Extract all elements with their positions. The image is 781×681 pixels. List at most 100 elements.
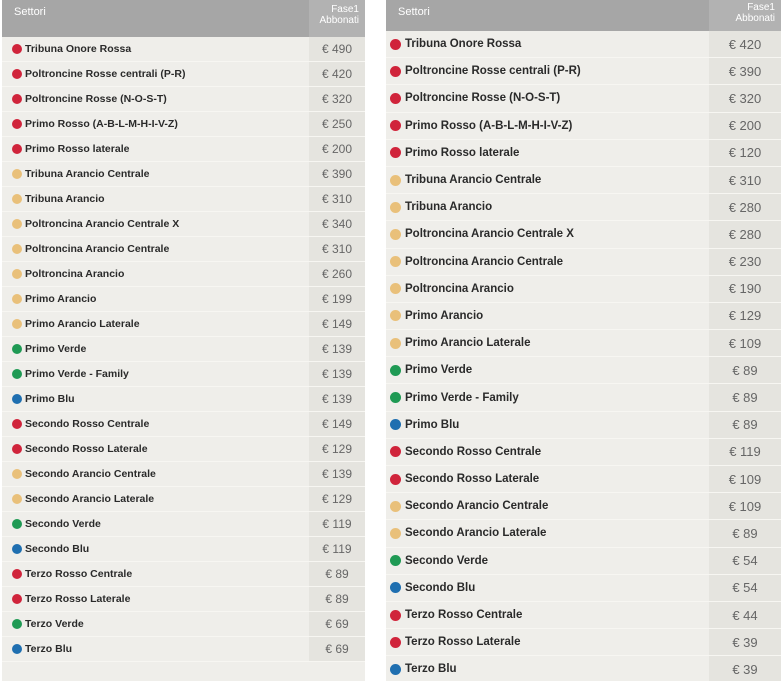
sector-color-dot-icon [390, 392, 401, 404]
table-row: Poltroncine Rosse (N-O-S-T) € 320 [386, 85, 781, 113]
sector-price: € 89 [709, 384, 781, 411]
table-body: Tribuna Onore Rossa € 420 Poltroncine Ross… [386, 31, 781, 681]
sector-price: € 39 [709, 629, 781, 656]
sector-color-dot-icon [390, 201, 401, 213]
sector-color-dot-icon [390, 663, 401, 675]
sector-color-dot-icon [390, 92, 401, 104]
sector-color-dot-icon [390, 364, 401, 376]
sector-price: € 190 [709, 275, 781, 302]
table-row: Terzo Verde € 69 [2, 612, 365, 637]
sector-name: Secondo Verde [25, 518, 101, 530]
table-row: Tribuna Arancio Centrale € 310 [386, 166, 781, 195]
table-row: Poltroncine Rosse (N-O-S-T) € 320 [2, 87, 365, 112]
table-row: Primo Rosso (A-B-L-M-H-I-V-Z) € 250 [2, 112, 365, 137]
sector-price: € 129 [309, 487, 365, 511]
table-row: Tribuna Onore Rossa € 420 [386, 31, 781, 59]
table-row: Terzo Rosso Laterale € 39 [386, 629, 781, 657]
sector-price: € 119 [309, 512, 365, 536]
table-row: Terzo Rosso Centrale € 44 [386, 601, 781, 630]
sector-name: Primo Blu [25, 393, 75, 405]
sector-name: Secondo Arancio Centrale [405, 500, 549, 513]
table-row: Primo Arancio Laterale € 109 [386, 330, 781, 358]
sector-color-dot-icon [390, 120, 401, 132]
sector-color-dot-icon [12, 69, 22, 79]
sector-name: Poltroncina Arancio Centrale [25, 243, 170, 255]
sector-color-dot-icon [12, 569, 22, 579]
sector-name: Tribuna Onore Rossa [25, 43, 132, 55]
sector-name: Primo Rosso (A-B-L-M-H-I-V-Z) [25, 118, 178, 130]
sector-price: € 420 [709, 31, 781, 58]
sector-color-dot-icon [12, 94, 22, 104]
table-row: Secondo Arancio Laterale € 89 [386, 520, 781, 548]
table-row: Poltroncina Arancio Centrale X € 280 [386, 221, 781, 249]
table-row: Terzo Rosso Centrale € 89 [2, 562, 365, 587]
sector-price: € 340 [309, 212, 365, 236]
table-row: Primo Blu € 139 [2, 387, 365, 412]
table-row: Primo Verde € 139 [2, 337, 365, 362]
sector-name: Secondo Verde [405, 554, 489, 567]
sector-color-dot-icon [12, 294, 22, 304]
table-row: Terzo Blu € 39 [386, 656, 781, 681]
table-row: Poltroncine Rosse centrali (P-R) € 420 [2, 62, 365, 87]
sector-name: Primo Arancio [25, 293, 97, 305]
sector-color-dot-icon [12, 619, 22, 629]
sector-color-dot-icon [12, 319, 22, 329]
sector-name: Terzo Rosso Laterale [405, 636, 521, 649]
price-column-header: Fase1 Abbonati [709, 0, 781, 31]
sector-price: € 260 [309, 262, 365, 286]
sector-name: Poltroncine Rosse centrali (P-R) [405, 65, 581, 78]
sector-color-dot-icon [390, 473, 401, 485]
table-row: Tribuna Arancio Centrale € 390 [2, 162, 365, 187]
sector-price: € 89 [309, 562, 365, 586]
sector-color-dot-icon [12, 269, 22, 279]
sector-name: Primo Arancio Laterale [25, 318, 140, 330]
sector-color-dot-icon [390, 174, 401, 186]
sector-price: € 200 [309, 137, 365, 161]
sector-price: € 320 [309, 87, 365, 111]
sector-color-dot-icon [390, 337, 401, 349]
sector-price: € 109 [709, 466, 781, 493]
sector-price: € 139 [309, 362, 365, 386]
sector-price: € 310 [309, 187, 365, 211]
sector-name: Tribuna Arancio Centrale [405, 174, 542, 187]
price-table-left: Settori Fase1 Abbonati Tribuna Onore Ros… [2, 0, 365, 681]
sector-price: € 390 [709, 58, 781, 85]
sector-price: € 129 [309, 437, 365, 461]
sector-price: € 149 [309, 312, 365, 336]
table-row: Tribuna Arancio € 280 [386, 194, 781, 222]
sector-name: Primo Arancio [405, 309, 484, 322]
sector-name: Primo Verde [405, 364, 473, 377]
table-row: Primo Verde - Family € 139 [2, 362, 365, 387]
sector-name: Tribuna Arancio Centrale [25, 168, 150, 180]
sector-color-dot-icon [12, 594, 22, 604]
sector-price: € 230 [709, 248, 781, 275]
price-column-header: Fase1 Abbonati [309, 0, 365, 37]
sector-price: € 44 [709, 601, 781, 629]
sector-color-dot-icon [12, 344, 22, 354]
table-row: Primo Arancio Laterale € 149 [2, 312, 365, 337]
sector-name: Poltroncina Arancio Centrale [405, 255, 564, 268]
table-row: Poltroncina Arancio Centrale X € 340 [2, 212, 365, 237]
table-row: Primo Rosso laterale € 120 [386, 139, 781, 167]
sector-price: € 199 [309, 287, 365, 311]
sector-name: Poltroncine Rosse centrali (P-R) [25, 68, 186, 80]
sector-price: € 109 [709, 493, 781, 520]
sector-name: Secondo Arancio Laterale [405, 527, 547, 540]
sector-color-dot-icon [390, 65, 401, 77]
sector-color-dot-icon [390, 228, 401, 240]
sector-price: € 89 [709, 520, 781, 547]
table-row: Tribuna Onore Rossa € 490 [2, 37, 365, 62]
sector-price: € 120 [709, 139, 781, 166]
table-row: Secondo Verde € 119 [2, 512, 365, 537]
table-row: Secondo Arancio Centrale € 139 [2, 462, 365, 487]
sector-price: € 139 [309, 337, 365, 361]
sector-color-dot-icon [12, 369, 22, 379]
sector-name: Secondo Rosso Centrale [405, 445, 542, 458]
sector-color-dot-icon [12, 169, 22, 179]
sector-name: Primo Blu [405, 418, 460, 431]
table-row: Secondo Rosso Centrale € 119 [386, 438, 781, 466]
sector-price: € 89 [709, 411, 781, 438]
sector-color-dot-icon [12, 394, 22, 404]
price-header-line1: Fase1 [331, 4, 359, 15]
price-header-line2: Abbonati [319, 15, 359, 26]
